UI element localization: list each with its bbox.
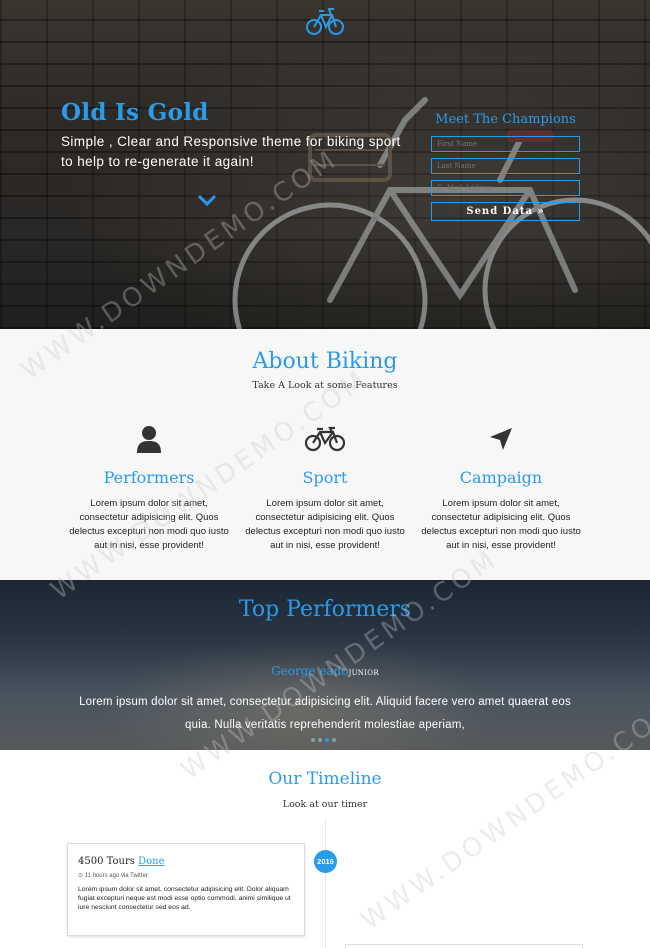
- carousel-dot[interactable]: [332, 738, 336, 742]
- performer-name: George eadoJUNIOR: [0, 664, 650, 678]
- top-performers-section: Top Performers George eadoJUNIOR Lorem i…: [0, 580, 650, 750]
- champions-form: Meet The Champions Send Data »: [431, 112, 580, 221]
- timeline-tagline: Look at our timer: [282, 799, 368, 810]
- timeline-title: Our Timeline: [268, 769, 382, 789]
- feature-text: Lorem ipsum dolor sit amet, consectetur …: [245, 498, 405, 551]
- last-name-input[interactable]: [431, 158, 580, 174]
- feature-campaign: Campaign Lorem ipsum dolor sit amet, con…: [421, 422, 581, 553]
- performer-quote: Lorem ipsum dolor sit amet, consectetur …: [79, 696, 571, 731]
- hero-section: Old Is Gold Simple , Clear and Responsiv…: [0, 0, 650, 329]
- timeline-section: Our Timeline Look at our timer 2016 4500…: [0, 750, 650, 948]
- feature-text: Lorem ipsum dolor sit amet, consectetur …: [421, 498, 581, 551]
- timeline-year-badge: 2016: [314, 850, 337, 873]
- feature-performers: Performers Lorem ipsum dolor sit amet, c…: [69, 422, 229, 553]
- timeline-card: 4500 Tours Done ⊙ 11 hours ago via Twitt…: [67, 843, 305, 936]
- carousel-dots: [311, 738, 336, 742]
- feature-text: Lorem ipsum dolor sit amet, consectetur …: [69, 498, 229, 551]
- feature-sport: Sport Lorem ipsum dolor sit amet, consec…: [245, 422, 405, 553]
- timeline-card-text: Lorem ipsum dolor sit amet, consectetur …: [78, 886, 291, 912]
- email-input[interactable]: [431, 180, 580, 196]
- bicycle-icon: [304, 426, 346, 452]
- about-tagline: Take A Look at some Features: [252, 380, 398, 391]
- timeline-card-title: 4500 Tours Done: [78, 856, 294, 867]
- performer-rank: JUNIOR: [348, 669, 379, 677]
- performer-name-text: George eado: [271, 664, 349, 678]
- feature-title: Campaign: [459, 468, 543, 487]
- carousel-dot[interactable]: [318, 738, 322, 742]
- hero-subtitle: Simple , Clear and Responsive theme for …: [61, 134, 401, 169]
- performers-title: Top Performers: [238, 597, 412, 622]
- location-arrow-icon: [490, 428, 512, 450]
- bicycle-logo-icon[interactable]: [305, 5, 345, 37]
- feature-title: Performers: [103, 468, 195, 487]
- about-title: About Biking: [252, 349, 398, 374]
- timeline-card-title-text: 4500 Tours: [78, 856, 135, 867]
- send-data-button[interactable]: Send Data »: [431, 202, 580, 221]
- timeline-card-next: [345, 944, 583, 948]
- timeline-line: [325, 820, 326, 948]
- timeline-card-meta: ⊙ 11 hours ago via Twitter: [78, 873, 148, 879]
- hero-title: Old Is Gold: [61, 99, 209, 126]
- chevron-down-icon[interactable]: [196, 192, 218, 208]
- form-heading: Meet The Champions: [435, 112, 576, 127]
- feature-title: Sport: [302, 468, 348, 487]
- timeline-card-link[interactable]: Done: [138, 856, 164, 867]
- user-icon: [137, 426, 161, 453]
- about-section: About Biking Take A Look at some Feature…: [0, 329, 650, 580]
- first-name-input[interactable]: [431, 136, 580, 152]
- carousel-dot[interactable]: [311, 738, 315, 742]
- carousel-dot-active[interactable]: [325, 738, 329, 742]
